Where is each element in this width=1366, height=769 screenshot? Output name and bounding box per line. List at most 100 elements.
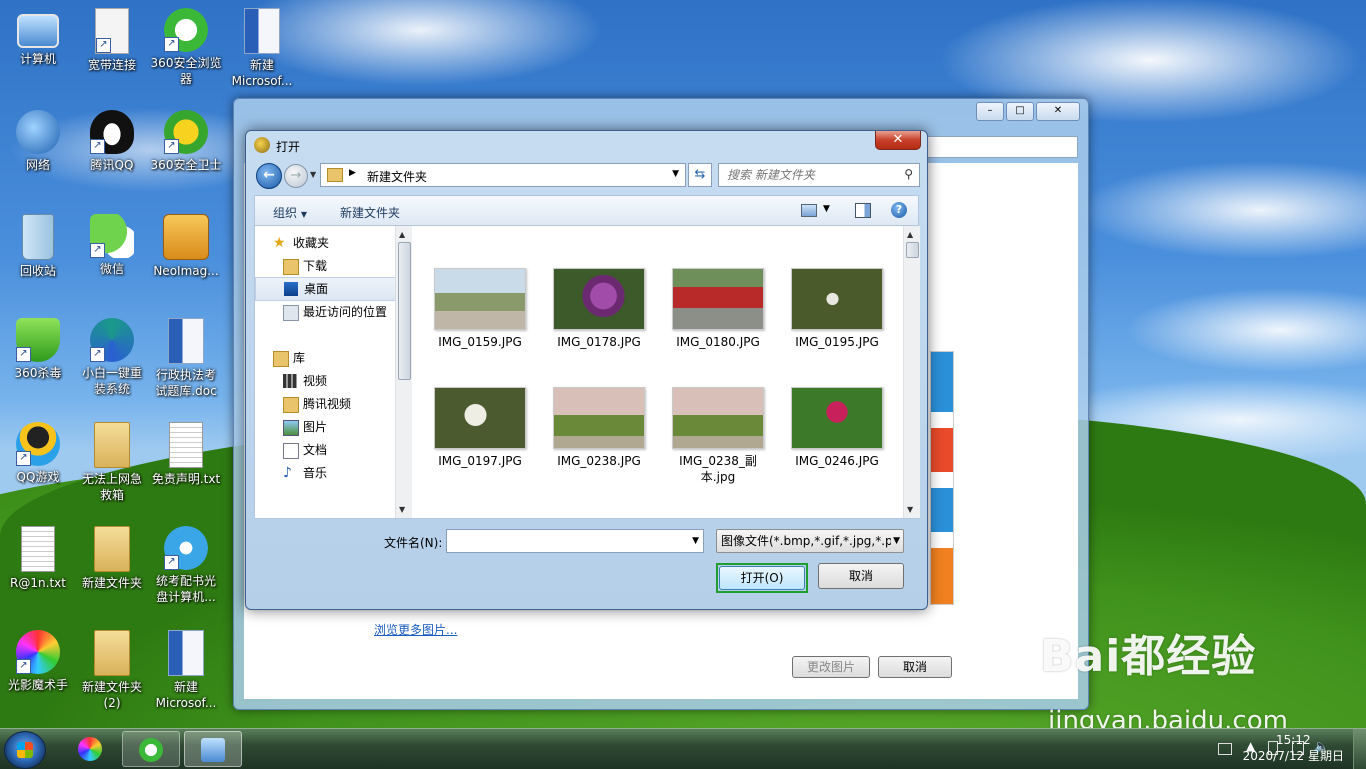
desktop-icon-label: 360杀毒: [14, 366, 62, 380]
filename-combobox[interactable]: ▼: [446, 529, 704, 553]
scroll-down-icon[interactable]: ▼: [907, 505, 913, 514]
file-item[interactable]: IMG_0159.JPG: [425, 268, 535, 350]
keyboard-icon[interactable]: [1218, 743, 1232, 755]
breadcrumb-path[interactable]: 新建文件夹: [367, 168, 427, 185]
nav-item-libraries[interactable]: 库: [255, 347, 395, 369]
desktop-icon-doc[interactable]: 行政执法考 试题库.doc: [149, 318, 223, 399]
file-item[interactable]: IMG_0195.JPG: [782, 268, 892, 350]
desktop-icon-exam-cd[interactable]: ↗ 统考配书光 盘计算机...: [149, 526, 223, 605]
file-type-value: 图像文件(*.bmp,*.gif,*.jpg,*.pi: [721, 534, 897, 548]
file-type-select[interactable]: 图像文件(*.bmp,*.gif,*.jpg,*.pi ▼: [716, 529, 904, 553]
back-arrow-icon[interactable]: ←: [256, 163, 282, 189]
file-item[interactable]: IMG_0246.JPG: [782, 387, 892, 469]
cancel-button[interactable]: 取消: [818, 563, 904, 589]
nav-item-tencent-video[interactable]: 腾讯视频: [255, 393, 395, 415]
show-desktop-button[interactable]: [1353, 729, 1366, 769]
filename-input[interactable]: [451, 532, 675, 552]
picture-thumbnails[interactable]: [930, 351, 954, 605]
desktop-icon-qq[interactable]: ↗ 腾讯QQ: [75, 110, 149, 173]
nav-item-videos[interactable]: 视频: [255, 370, 395, 392]
desktop-icon-360-browser[interactable]: ↗ 360安全浏览 器: [149, 8, 223, 87]
desktop-icon-txt[interactable]: R@1n.txt: [1, 526, 75, 591]
chevron-down-icon[interactable]: ▼: [672, 169, 679, 179]
search-input[interactable]: [906, 136, 1078, 158]
desktop-icon-new-word-top[interactable]: 新建 Microsof...: [225, 8, 299, 89]
clock[interactable]: 15:12 2020/7/12 星期日: [1243, 732, 1344, 764]
search-icon[interactable]: ⚲: [904, 167, 913, 181]
desktop-icon-360-guard[interactable]: ↗ 360安全卫士: [149, 110, 223, 173]
history-dropdown-icon[interactable]: ▼: [310, 170, 316, 179]
desktop-icon-network[interactable]: 网络: [1, 110, 75, 173]
edit-picture-button[interactable]: 更改图片: [792, 656, 870, 678]
photo-thumbnail: [553, 387, 645, 449]
desktop-icon-new-folder[interactable]: 新建文件夹: [75, 526, 149, 591]
preview-pane-icon[interactable]: [855, 203, 871, 218]
breadcrumb-separator-icon[interactable]: ▶: [349, 168, 356, 178]
desktop-icon-wechat[interactable]: ↗ 微信: [75, 214, 149, 277]
scroll-down-icon[interactable]: ▼: [399, 505, 405, 514]
taskbar-app-photo[interactable]: [62, 731, 118, 765]
word-document-icon: [244, 8, 280, 54]
chevron-down-icon[interactable]: ▼: [692, 536, 699, 546]
close-icon[interactable]: ✕: [1036, 102, 1080, 121]
nav-item-recent[interactable]: 最近访问的位置: [255, 301, 395, 323]
scroll-up-icon[interactable]: ▲: [907, 230, 913, 239]
change-view-icon[interactable]: [801, 204, 817, 217]
search-input[interactable]: [725, 167, 899, 183]
chevron-down-icon[interactable]: ▼: [823, 204, 830, 214]
desktop-icon-broadband[interactable]: ↗ 宽带连接: [75, 8, 149, 73]
cancel-button[interactable]: 取消: [878, 656, 952, 678]
file-list-scrollbar[interactable]: ▲ ▼: [903, 226, 920, 518]
nav-item-music[interactable]: ♪ 音乐: [255, 462, 395, 484]
new-folder-button[interactable]: 新建文件夹: [340, 204, 400, 221]
scroll-up-icon[interactable]: ▲: [399, 230, 405, 239]
dialog-app-icon: [254, 137, 270, 153]
file-item[interactable]: IMG_0197.JPG: [425, 387, 535, 469]
desktop-icon-photo-tool[interactable]: ↗ 光影魔术手: [1, 630, 75, 693]
search-box[interactable]: ⚲: [718, 163, 920, 187]
taskbar-app-browser[interactable]: [122, 731, 180, 767]
nav-item-downloads[interactable]: 下载: [255, 255, 395, 277]
file-item[interactable]: IMG_0180.JPG: [663, 268, 773, 350]
desktop-icon-new-word[interactable]: 新建 Microsof...: [149, 630, 223, 711]
file-item[interactable]: IMG_0238.JPG: [544, 387, 654, 469]
file-item[interactable]: IMG_0178.JPG: [544, 268, 654, 350]
desktop-icon-qq-game[interactable]: ↗ QQ游戏: [1, 422, 75, 485]
scrollbar-thumb[interactable]: [398, 242, 411, 380]
refresh-icon[interactable]: ⇆: [688, 163, 712, 187]
file-item[interactable]: IMG_0238_副本.jpg: [663, 387, 773, 485]
desktop-icon-recycle-bin[interactable]: 回收站: [1, 214, 75, 279]
nav-item-pictures[interactable]: 图片: [255, 416, 395, 438]
title-bar[interactable]: 打开 ✕: [246, 131, 927, 159]
folder-icon: [327, 168, 343, 182]
close-button[interactable]: ✕: [875, 131, 921, 150]
nav-item-desktop[interactable]: 桌面: [255, 277, 397, 301]
desktop-icon-neoimaging[interactable]: NeoImag...: [149, 214, 223, 279]
desktop-icon-reinstall[interactable]: ↗ 小白一键重 装系统: [75, 318, 149, 397]
taskbar-app-control-panel[interactable]: [184, 731, 242, 767]
start-button[interactable]: [4, 731, 46, 769]
nav-pane-scrollbar[interactable]: ▲ ▼: [395, 226, 412, 518]
network-icon: [16, 110, 60, 154]
minimize-icon[interactable]: –: [976, 102, 1004, 121]
help-icon[interactable]: ?: [891, 202, 907, 218]
nav-label: 音乐: [303, 466, 328, 480]
desktop-icon-360-antivirus[interactable]: ↗ 360杀毒: [1, 318, 75, 381]
desktop-icon-first-aid[interactable]: 无法上网急 救箱: [75, 422, 149, 503]
watermark-brand: Bai都经验: [1040, 631, 1257, 682]
desktop-icon-computer[interactable]: 计算机: [1, 8, 75, 67]
folder-icon: [283, 397, 299, 413]
nav-item-favorites[interactable]: ★ 收藏夹: [255, 232, 395, 254]
maximize-icon[interactable]: □: [1006, 102, 1034, 121]
browse-more-link[interactable]: 浏览更多图片...: [374, 621, 457, 638]
nav-item-documents[interactable]: 文档: [255, 439, 395, 461]
taskbar: ▲ 🔈 15:12 2020/7/12 星期日: [0, 728, 1366, 769]
desktop-icon-disclaimer[interactable]: 免责声明.txt: [149, 422, 223, 487]
chevron-down-icon[interactable]: ▼: [891, 530, 900, 552]
open-button[interactable]: 打开(O): [719, 566, 805, 590]
address-bar[interactable]: ▶ 新建文件夹 ▼: [320, 163, 686, 187]
organize-menu[interactable]: 组织 ▼: [273, 204, 307, 221]
desktop-icon-new-folder-2[interactable]: 新建文件夹 (2): [75, 630, 149, 711]
forward-arrow-icon[interactable]: →: [284, 164, 308, 188]
scrollbar-thumb[interactable]: [906, 242, 919, 258]
